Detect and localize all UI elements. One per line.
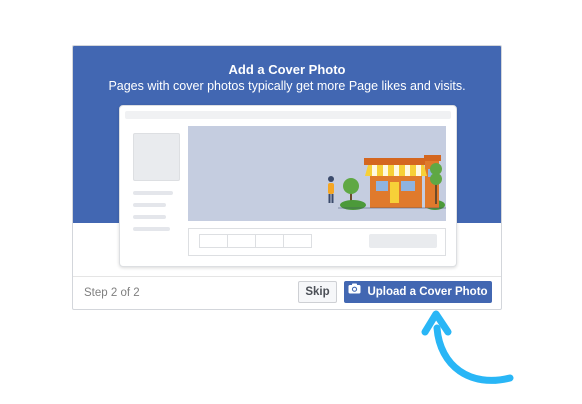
preview-sidebar-line xyxy=(133,191,173,195)
preview-sidebar-line xyxy=(133,215,166,219)
add-cover-photo-dialog: Add a Cover Photo Pages with cover photo… xyxy=(72,45,502,310)
curved-arrow-icon xyxy=(421,310,514,384)
step-indicator: Step 2 of 2 xyxy=(84,287,140,299)
preview-tab xyxy=(283,234,312,248)
preview-tab xyxy=(227,234,256,248)
page-preview-illustration xyxy=(119,105,457,267)
dialog-title: Add a Cover Photo xyxy=(228,62,346,77)
upload-button-label: Upload a Cover Photo xyxy=(367,286,488,298)
preview-tab xyxy=(199,234,228,248)
footer-divider xyxy=(73,276,501,277)
camera-icon xyxy=(348,281,361,301)
skip-button[interactable]: Skip xyxy=(298,281,337,303)
preview-sidebar-line xyxy=(133,203,166,207)
upload-cover-photo-button[interactable]: Upload a Cover Photo xyxy=(344,281,492,303)
preview-action-button xyxy=(369,234,437,248)
preview-top-bar xyxy=(125,111,451,119)
dialog-subtitle: Pages with cover photos typically get mo… xyxy=(108,79,466,93)
preview-sidebar-line xyxy=(133,227,170,231)
preview-cover-area xyxy=(188,126,446,221)
storefront-illustration xyxy=(328,155,446,210)
skip-button-label: Skip xyxy=(305,286,330,298)
preview-profile-picture xyxy=(133,133,180,181)
preview-tab-bar xyxy=(188,228,446,256)
preview-tab xyxy=(255,234,284,248)
